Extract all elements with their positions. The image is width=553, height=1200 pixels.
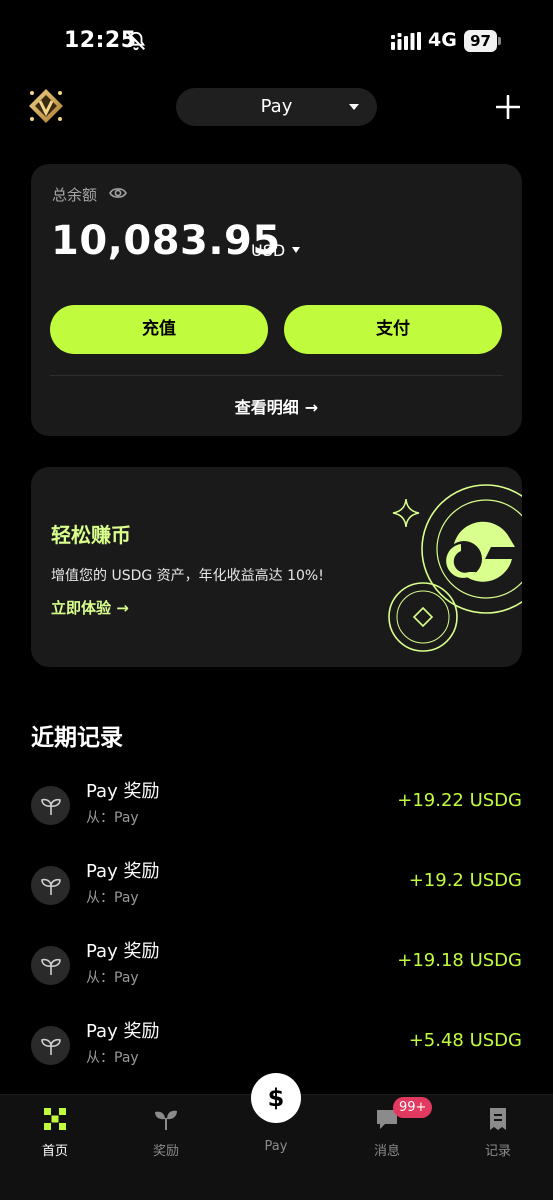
- balance-card: 总余额 10,083.95 USD 充值 支付 查看明细 →: [31, 164, 522, 436]
- arrow-right-icon: →: [304, 398, 319, 417]
- okx-logo-icon: [44, 1108, 66, 1130]
- sprout-icon: [41, 1038, 61, 1055]
- network-type: 4G: [428, 29, 457, 51]
- receipt-icon: [490, 1108, 506, 1130]
- record-row[interactable]: Pay 奖励 从：Pay +5.48 USDG: [31, 1017, 522, 1077]
- record-title: Pay 奖励: [86, 941, 160, 962]
- sprout-icon: [41, 878, 61, 895]
- battery-level: 97: [464, 30, 497, 52]
- arrow-right-icon: →: [116, 599, 129, 617]
- nav-label-records: 记录: [484, 1144, 511, 1159]
- earn-promo-card[interactable]: 轻松赚币 增值您的 USDG 资产，年化收益高达 10%! 立即体验 →: [31, 467, 522, 667]
- usdg-coin-illustration-icon: [388, 484, 522, 652]
- record-amount: +19.22 USDG: [397, 790, 522, 811]
- recharge-button[interactable]: 充值: [50, 305, 268, 354]
- caret-down-icon: [349, 104, 359, 110]
- bell-muted-icon: [126, 31, 146, 51]
- record-amount: +5.48 USDG: [408, 1030, 522, 1051]
- nav-label-messages: 消息: [373, 1144, 400, 1159]
- record-source: 从：Pay: [86, 1050, 139, 1066]
- balance-amount: 10,083.95: [51, 218, 281, 264]
- record-row[interactable]: Pay 奖励 从：Pay +19.2 USDG: [31, 857, 522, 917]
- view-details-link[interactable]: 查看明细 →: [31, 394, 522, 418]
- vip-logo-icon[interactable]: [27, 87, 65, 125]
- add-icon[interactable]: [496, 95, 520, 119]
- signal-icon: [391, 32, 421, 50]
- status-bar: 12:25 4G 97: [0, 0, 553, 80]
- sprout-icon: [41, 958, 61, 975]
- recent-records-title: 近期记录: [31, 725, 123, 751]
- record-avatar: [31, 1026, 70, 1065]
- nav-item-rewards[interactable]: 奖励: [126, 1095, 206, 1175]
- pay-fab-button[interactable]: $: [251, 1073, 301, 1123]
- record-source: 从：Pay: [86, 890, 139, 906]
- account-selector-label: Pay: [260, 96, 293, 117]
- nav-label-rewards: 奖励: [152, 1144, 179, 1159]
- nav-label-pay: Pay: [264, 1139, 288, 1154]
- sprout-icon: [155, 1110, 177, 1130]
- nav-item-records[interactable]: 记录: [458, 1095, 538, 1175]
- record-avatar: [31, 866, 70, 905]
- balance-label: 总余额: [52, 186, 98, 204]
- nav-label-home: 首页: [41, 1144, 68, 1159]
- record-avatar: [31, 786, 70, 825]
- sprout-icon: [41, 798, 61, 815]
- promo-title: 轻松赚币: [51, 523, 131, 547]
- record-title: Pay 奖励: [86, 861, 160, 882]
- eye-icon[interactable]: [109, 186, 127, 200]
- account-selector[interactable]: Pay: [176, 88, 377, 126]
- record-amount: +19.18 USDG: [397, 950, 522, 971]
- promo-cta-link[interactable]: 立即体验 →: [51, 597, 129, 618]
- record-title: Pay 奖励: [86, 781, 160, 802]
- record-row[interactable]: Pay 奖励 从：Pay +19.22 USDG: [31, 777, 522, 837]
- promo-cta-label: 立即体验: [51, 599, 112, 617]
- divider: [50, 375, 503, 376]
- currency-selector[interactable]: USD: [251, 241, 285, 260]
- record-row[interactable]: Pay 奖励 从：Pay +19.18 USDG: [31, 937, 522, 997]
- messages-badge: 99+: [393, 1097, 433, 1118]
- caret-down-icon[interactable]: [292, 247, 300, 253]
- view-details-label: 查看明细: [234, 398, 299, 417]
- pay-button[interactable]: 支付: [284, 305, 502, 354]
- nav-item-home[interactable]: 首页: [15, 1095, 95, 1175]
- record-source: 从：Pay: [86, 810, 139, 826]
- record-avatar: [31, 946, 70, 985]
- record-title: Pay 奖励: [86, 1021, 160, 1042]
- record-amount: +19.2 USDG: [408, 870, 522, 891]
- record-source: 从：Pay: [86, 970, 139, 986]
- promo-description: 增值您的 USDG 资产，年化收益高达 10%!: [51, 568, 324, 584]
- battery-icon: 97: [464, 30, 501, 52]
